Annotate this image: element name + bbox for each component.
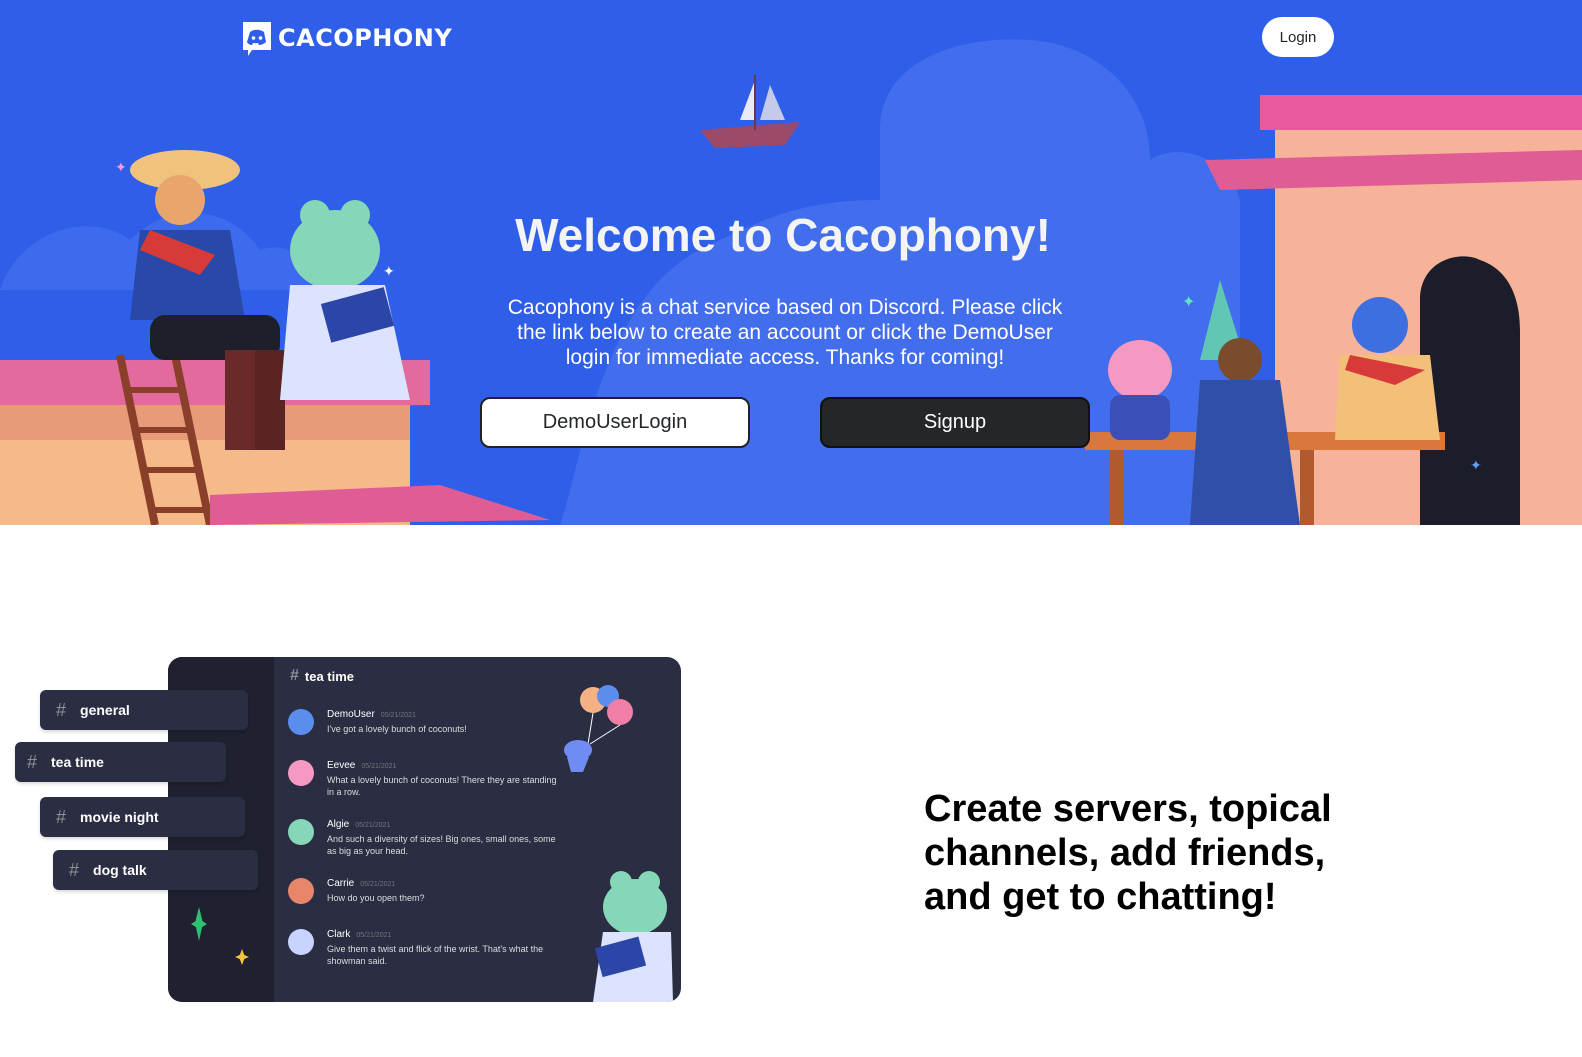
message-date: 05/21/2021: [361, 763, 397, 770]
channel-item-tea-time[interactable]: # tea time: [15, 742, 226, 782]
message-date: 05/21/2021: [360, 881, 396, 888]
channel-item-movie-night[interactable]: # movie night: [40, 797, 245, 837]
message-author: DemoUser: [327, 709, 375, 720]
message-date: 05/21/2021: [355, 822, 391, 829]
channel-item-dog-talk[interactable]: # dog talk: [53, 850, 258, 890]
message-author: Algie: [327, 819, 350, 830]
login-button[interactable]: Login: [1262, 17, 1334, 57]
message-text: Give them a twist and flick of the wrist…: [327, 944, 544, 966]
logo-text: CACOPHONY: [278, 24, 453, 52]
message-text: How do you open them?: [327, 893, 425, 903]
svg-text:✦: ✦: [115, 160, 127, 176]
message-author: Clark: [327, 929, 351, 940]
message-text: And such a diversity of sizes! Big ones,…: [327, 834, 556, 856]
hash-icon: #: [56, 806, 67, 827]
message-text: I've got a lovely bunch of coconuts!: [327, 724, 467, 734]
message-date: 05/21/2021: [380, 712, 416, 719]
svg-text:✦: ✦: [1182, 292, 1195, 311]
demo-user-login-button[interactable]: DemoUserLogin: [480, 397, 750, 448]
signup-button[interactable]: Signup: [820, 397, 1090, 448]
channel-label: movie night: [80, 809, 159, 825]
feature-headline: Create servers, topical channels, add fr…: [924, 788, 1332, 918]
bunny-character: [1108, 340, 1172, 440]
svg-text:✦: ✦: [383, 264, 395, 280]
channel-item-general[interactable]: # general: [40, 690, 248, 730]
discord-logo-icon: [243, 22, 271, 56]
frog-character: [593, 871, 673, 1002]
channel-label: tea time: [51, 754, 104, 770]
message-text: What a lovely bunch of coconuts! There t…: [327, 775, 557, 797]
avatar: [288, 929, 314, 955]
mockup-illustration: [564, 685, 673, 1002]
hero-banner: ✦ ✦ ✦ ✦ CACOPHONY Login Welcome to Cacop…: [0, 0, 1582, 525]
mockup-channel-header: # tea time: [290, 667, 354, 685]
logo[interactable]: CACOPHONY: [240, 19, 452, 57]
svg-text:✦: ✦: [1470, 458, 1482, 474]
mockup-channel-title: tea time: [304, 668, 355, 684]
balloons-icon: [564, 685, 633, 772]
avatar: [288, 878, 314, 904]
hero-illustration: ✦ ✦ ✦ ✦: [0, 39, 1582, 525]
avatar: [288, 760, 314, 786]
message-author: Carrie: [327, 878, 355, 889]
sailboat-icon: [700, 75, 800, 148]
hash-icon: #: [290, 667, 299, 684]
hash-icon: #: [27, 751, 38, 772]
message-date: 05/21/2021: [356, 932, 392, 939]
channel-label: general: [80, 702, 130, 718]
hash-icon: #: [69, 859, 80, 880]
channel-label: dog talk: [93, 862, 147, 878]
avatar: [288, 709, 314, 735]
hero-title: Welcome to Cacophony!: [515, 209, 1051, 261]
hero-description: Cacophony is a chat service based on Dis…: [507, 296, 1063, 369]
avatar: [288, 819, 314, 845]
message-author: Eevee: [327, 760, 356, 771]
hash-icon: #: [56, 699, 67, 720]
